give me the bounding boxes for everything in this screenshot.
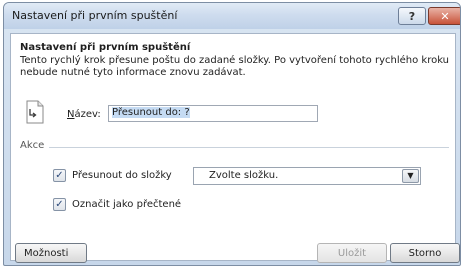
- options-button[interactable]: Možnosti: [15, 243, 87, 263]
- folder-select-value: Zvolte složku.: [209, 170, 279, 181]
- name-label: Název:: [67, 109, 101, 120]
- window-title: Nastavení při prvním spuštění: [12, 9, 178, 22]
- save-button[interactable]: Uložit: [317, 243, 387, 263]
- close-icon: ✕: [440, 9, 450, 23]
- actions-divider: [49, 147, 449, 148]
- move-to-folder-label: Přesunout do složky: [72, 170, 172, 181]
- name-field-value: Přesunout do: ?: [112, 107, 190, 118]
- move-to-folder-checkbox[interactable]: ✓: [53, 169, 66, 182]
- name-field[interactable]: Přesunout do: ?: [108, 105, 318, 122]
- mark-as-read-label: Označit jako přečtené: [72, 199, 182, 210]
- help-button[interactable]: ?: [398, 7, 426, 25]
- dialog-body: Nastavení při prvním spuštění Tento rych…: [10, 33, 456, 261]
- chevron-down-icon[interactable]: ▼: [402, 169, 419, 183]
- quick-step-icon: [26, 100, 44, 124]
- close-button[interactable]: ✕: [428, 7, 460, 25]
- dialog-window: Nastavení při prvním spuštění ? ✕ Nastav…: [3, 2, 461, 266]
- mark-as-read-checkbox[interactable]: ✓: [53, 198, 66, 211]
- actions-section-label: Akce: [20, 140, 45, 151]
- help-icon: ?: [408, 9, 416, 23]
- folder-select[interactable]: Zvolte složku. ▼: [193, 167, 421, 185]
- cancel-button[interactable]: Storno: [390, 243, 460, 263]
- dialog-footer: Možnosti Uložit Storno: [4, 237, 460, 265]
- section-heading: Nastavení při prvním spuštění: [20, 42, 191, 53]
- title-bar[interactable]: Nastavení při prvním spuštění ? ✕: [4, 3, 460, 29]
- description-text: Tento rychlý krok přesune poštu do zadan…: [20, 55, 450, 78]
